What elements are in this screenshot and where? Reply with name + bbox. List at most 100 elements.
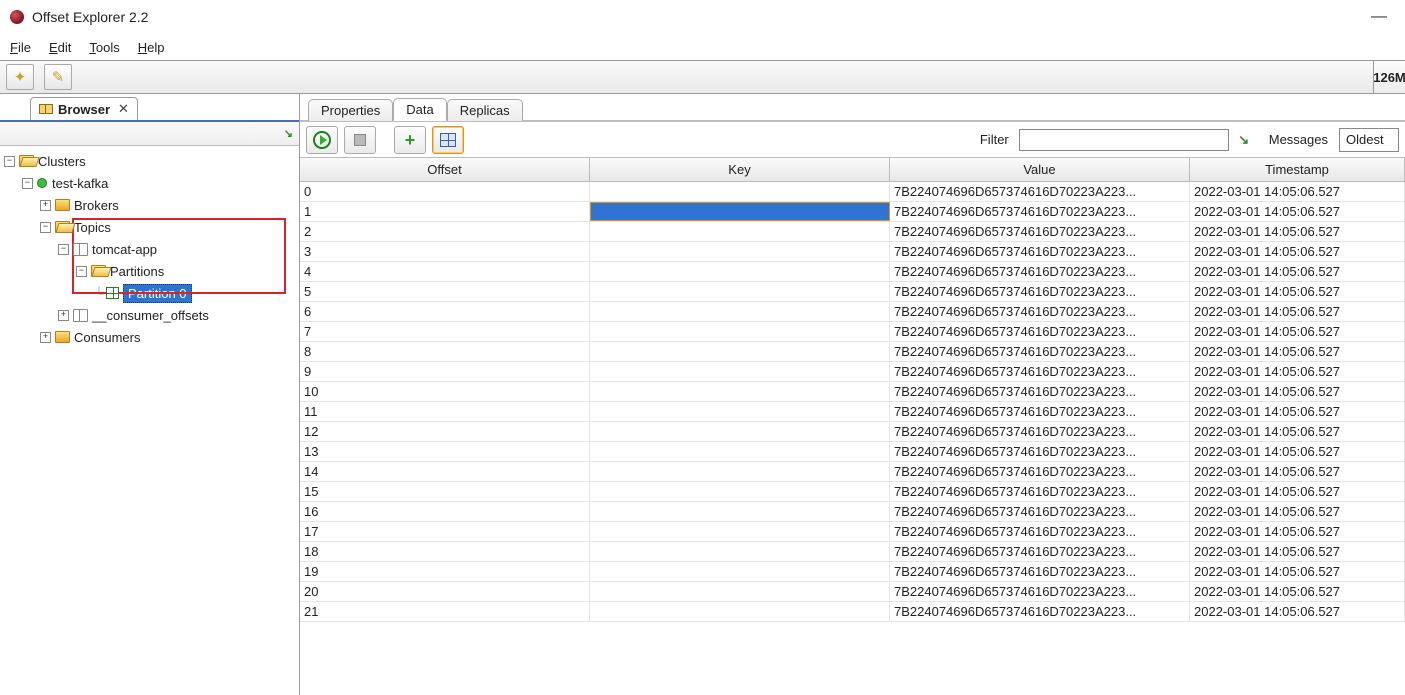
filter-input[interactable] bbox=[1019, 129, 1229, 151]
tree-brokers[interactable]: Brokers bbox=[74, 198, 119, 213]
cell-offset: 15 bbox=[300, 482, 590, 501]
browser-tab[interactable]: Browser ✕ bbox=[30, 97, 138, 120]
cell-key bbox=[590, 482, 890, 501]
cell-offset: 2 bbox=[300, 222, 590, 241]
tree-partition-selected[interactable]: Partition 0 bbox=[123, 284, 192, 303]
menu-file[interactable]: File bbox=[10, 40, 31, 55]
cell-value: 7B224074696D657374616D70223A223... bbox=[890, 582, 1190, 601]
window-minimize-button[interactable]: — bbox=[1363, 8, 1395, 26]
cell-timestamp: 2022-03-01 14:05:06.527 bbox=[1190, 422, 1405, 441]
table-row[interactable]: 17B224074696D657374616D70223A223...2022-… bbox=[300, 202, 1405, 222]
folder-open-icon bbox=[91, 265, 106, 277]
table-row[interactable]: 67B224074696D657374616D70223A223...2022-… bbox=[300, 302, 1405, 322]
table-row[interactable]: 107B224074696D657374616D70223A223...2022… bbox=[300, 382, 1405, 402]
expander-icon[interactable]: − bbox=[40, 222, 51, 233]
table-row[interactable]: 207B224074696D657374616D70223A223...2022… bbox=[300, 582, 1405, 602]
table-row[interactable]: 77B224074696D657374616D70223A223...2022-… bbox=[300, 322, 1405, 342]
expander-icon[interactable]: − bbox=[76, 266, 87, 277]
browser-tab-close-icon[interactable]: ✕ bbox=[118, 101, 129, 117]
filter-go-button[interactable]: ↘ bbox=[1235, 129, 1253, 151]
menu-edit[interactable]: Edit bbox=[49, 40, 71, 55]
table-row[interactable]: 217B224074696D657374616D70223A223...2022… bbox=[300, 602, 1405, 622]
expander-icon[interactable]: − bbox=[4, 156, 15, 167]
menu-tools[interactable]: Tools bbox=[89, 40, 119, 55]
cell-offset: 9 bbox=[300, 362, 590, 381]
cell-key bbox=[590, 422, 890, 441]
col-offset[interactable]: Offset bbox=[300, 158, 590, 181]
data-toolbar: + Filter ↘ Messages Oldest bbox=[300, 122, 1405, 158]
tree-topics[interactable]: Topics bbox=[74, 220, 111, 235]
cell-timestamp: 2022-03-01 14:05:06.527 bbox=[1190, 542, 1405, 561]
cell-timestamp: 2022-03-01 14:05:06.527 bbox=[1190, 262, 1405, 281]
stop-button[interactable] bbox=[344, 126, 376, 154]
table-row[interactable]: 157B224074696D657374616D70223A223...2022… bbox=[300, 482, 1405, 502]
col-value[interactable]: Value bbox=[890, 158, 1190, 181]
toolbar-edit-button[interactable]: ✎ bbox=[44, 64, 72, 90]
expander-icon[interactable]: + bbox=[58, 310, 69, 321]
memory-indicator[interactable]: 126M bbox=[1373, 61, 1405, 93]
table-row[interactable]: 167B224074696D657374616D70223A223...2022… bbox=[300, 502, 1405, 522]
cell-value: 7B224074696D657374616D70223A223... bbox=[890, 302, 1190, 321]
toolbar-add-cluster-button[interactable]: ✦ bbox=[6, 64, 34, 90]
cell-key bbox=[590, 522, 890, 541]
table-row[interactable]: 197B224074696D657374616D70223A223...2022… bbox=[300, 562, 1405, 582]
view-mode-button[interactable] bbox=[432, 126, 464, 154]
cell-timestamp: 2022-03-01 14:05:06.527 bbox=[1190, 522, 1405, 541]
table-row[interactable]: 97B224074696D657374616D70223A223...2022-… bbox=[300, 362, 1405, 382]
tab-data[interactable]: Data bbox=[393, 98, 446, 121]
expander-icon[interactable]: + bbox=[40, 332, 51, 343]
tree-consumers[interactable]: Consumers bbox=[74, 330, 140, 345]
cluster-tree[interactable]: − Clusters − test-kafka + Brokers − Topi… bbox=[0, 146, 299, 695]
tree-partitions[interactable]: Partitions bbox=[110, 264, 164, 279]
cell-value: 7B224074696D657374616D70223A223... bbox=[890, 382, 1190, 401]
expander-icon[interactable]: − bbox=[22, 178, 33, 189]
cell-offset: 12 bbox=[300, 422, 590, 441]
cell-offset: 7 bbox=[300, 322, 590, 341]
expander-icon[interactable]: − bbox=[58, 244, 69, 255]
cell-timestamp: 2022-03-01 14:05:06.527 bbox=[1190, 342, 1405, 361]
tab-properties[interactable]: Properties bbox=[308, 99, 393, 121]
cell-value: 7B224074696D657374616D70223A223... bbox=[890, 462, 1190, 481]
expander-icon[interactable]: + bbox=[40, 200, 51, 211]
cell-offset: 6 bbox=[300, 302, 590, 321]
table-row[interactable]: 147B224074696D657374616D70223A223...2022… bbox=[300, 462, 1405, 482]
table-row[interactable]: 177B224074696D657374616D70223A223...2022… bbox=[300, 522, 1405, 542]
partition-icon bbox=[106, 287, 119, 299]
cell-timestamp: 2022-03-01 14:05:06.527 bbox=[1190, 482, 1405, 501]
cell-timestamp: 2022-03-01 14:05:06.527 bbox=[1190, 382, 1405, 401]
col-key[interactable]: Key bbox=[590, 158, 890, 181]
cell-offset: 5 bbox=[300, 282, 590, 301]
tree-clusters[interactable]: Clusters bbox=[38, 154, 86, 169]
table-row[interactable]: 137B224074696D657374616D70223A223...2022… bbox=[300, 442, 1405, 462]
collapse-tree-icon[interactable]: ↘ bbox=[284, 127, 293, 140]
table-row[interactable]: 47B224074696D657374616D70223A223...2022-… bbox=[300, 262, 1405, 282]
table-row[interactable]: 37B224074696D657374616D70223A223...2022-… bbox=[300, 242, 1405, 262]
play-button[interactable] bbox=[306, 126, 338, 154]
messages-mode-select[interactable]: Oldest bbox=[1339, 128, 1399, 152]
table-row[interactable]: 87B224074696D657374616D70223A223...2022-… bbox=[300, 342, 1405, 362]
table-row[interactable]: 07B224074696D657374616D70223A223...2022-… bbox=[300, 182, 1405, 202]
cell-timestamp: 2022-03-01 14:05:06.527 bbox=[1190, 222, 1405, 241]
cell-value: 7B224074696D657374616D70223A223... bbox=[890, 222, 1190, 241]
cell-value: 7B224074696D657374616D70223A223... bbox=[890, 442, 1190, 461]
table-row[interactable]: 57B224074696D657374616D70223A223...2022-… bbox=[300, 282, 1405, 302]
cell-timestamp: 2022-03-01 14:05:06.527 bbox=[1190, 562, 1405, 581]
cell-key bbox=[590, 502, 890, 521]
table-row[interactable]: 127B224074696D657374616D70223A223...2022… bbox=[300, 422, 1405, 442]
tree-consumer-offsets[interactable]: __consumer_offsets bbox=[92, 308, 209, 323]
add-message-button[interactable]: + bbox=[394, 126, 426, 154]
cell-value: 7B224074696D657374616D70223A223... bbox=[890, 542, 1190, 561]
data-table-body[interactable]: 07B224074696D657374616D70223A223...2022-… bbox=[300, 182, 1405, 695]
col-timestamp[interactable]: Timestamp bbox=[1190, 158, 1405, 181]
table-row[interactable]: 117B224074696D657374616D70223A223...2022… bbox=[300, 402, 1405, 422]
cell-key bbox=[590, 582, 890, 601]
table-row[interactable]: 187B224074696D657374616D70223A223...2022… bbox=[300, 542, 1405, 562]
tab-replicas[interactable]: Replicas bbox=[447, 99, 523, 121]
menu-help[interactable]: Help bbox=[138, 40, 165, 55]
table-row[interactable]: 2 7B224074696D657374616D70223A223...2022-… bbox=[300, 222, 1405, 242]
tree-cluster-item[interactable]: test-kafka bbox=[52, 176, 108, 191]
cell-offset: 13 bbox=[300, 442, 590, 461]
cell-key bbox=[590, 342, 890, 361]
cell-key bbox=[590, 542, 890, 561]
tree-topic-item[interactable]: tomcat-app bbox=[92, 242, 157, 257]
